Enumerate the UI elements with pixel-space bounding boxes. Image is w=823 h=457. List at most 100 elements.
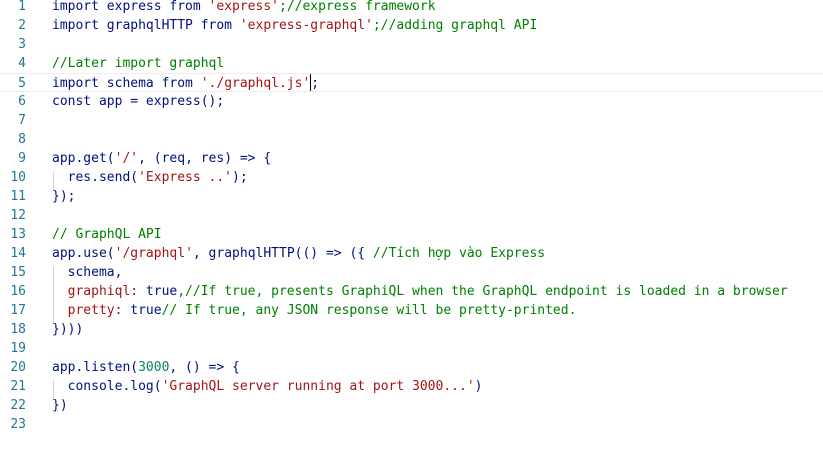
code-token: });: [52, 189, 76, 204]
code-token: 'Express ..': [138, 170, 233, 185]
code-token: // If true, any JSON response will be pr…: [161, 303, 577, 318]
line-number: 18: [10, 322, 26, 337]
code-token: , () => {: [169, 360, 240, 375]
line-number: 8: [18, 132, 26, 147]
code-text: app.get('/', (req, res) => {: [52, 149, 271, 168]
line-number: 9: [18, 151, 26, 166]
code-text: app.use('/graphql', graphqlHTTP(() => ({…: [52, 244, 545, 263]
code-token: '/graphql': [114, 246, 193, 261]
line-number: 19: [10, 341, 26, 356]
code-text: }): [52, 396, 68, 415]
code-token: 3000: [138, 360, 170, 375]
line-number: 23: [10, 417, 26, 432]
code-line[interactable]: 12: [0, 206, 823, 225]
code-token: app.get(: [52, 151, 115, 166]
line-number: 16: [10, 284, 26, 299]
code-editor[interactable]: 1 import express from 'express';//express…: [0, 0, 823, 457]
code-token: import express from: [52, 0, 209, 14]
code-line[interactable]: 8: [0, 130, 823, 149]
code-line[interactable]: 14 app.use('/graphql', graphqlHTTP(() => …: [0, 244, 823, 263]
code-line[interactable]: 9 app.get('/', (req, res) => {: [0, 149, 823, 168]
code-text: });: [52, 187, 75, 206]
code-text: }))): [52, 320, 83, 339]
line-number: 14: [10, 246, 26, 261]
code-text: res.send('Express ..');: [52, 168, 248, 187]
code-token: );: [232, 170, 248, 185]
code-token: ;//adding graphql API: [372, 18, 538, 33]
code-text: graphiql: true,//If true, presents Graph…: [52, 282, 788, 301]
code-text: // GraphQL API: [52, 225, 162, 244]
code-token: graphiql:: [52, 284, 146, 299]
code-line[interactable]: 11});: [0, 187, 823, 206]
line-number: 5: [18, 76, 26, 91]
line-number: 4: [18, 56, 26, 71]
code-token: true: [130, 303, 162, 318]
code-token: app.use(: [52, 246, 115, 261]
line-number: 20: [10, 360, 26, 375]
code-text: import schema from './graphql.js';: [52, 74, 319, 93]
code-line[interactable]: 16 graphiql: true,//If true, presents Gr…: [0, 282, 823, 301]
code-token: , graphqlHTTP(() => ({: [192, 246, 373, 261]
code-token: './graphql.js': [200, 76, 311, 91]
code-text: import graphqlHTTP from 'express-graphql…: [52, 16, 537, 35]
code-text: const app = express();: [52, 92, 224, 111]
line-number: 22: [10, 398, 26, 413]
code-line[interactable]: 18}))): [0, 320, 823, 339]
code-token: 'GraphQL server running at port 3000...': [161, 379, 475, 394]
line-number: 21: [10, 379, 26, 394]
code-line[interactable]: 2 import graphqlHTTP from 'express-graphq…: [0, 16, 823, 35]
line-number: 2: [18, 18, 26, 33]
code-token: const app = express();: [52, 94, 225, 109]
line-number: 11: [10, 189, 26, 204]
code-line[interactable]: 23: [0, 415, 823, 434]
code-line[interactable]: 4 //Later import graphql: [0, 54, 823, 73]
code-token: //Tích hợp vào Express: [372, 246, 546, 261]
code-line[interactable]: 13 // GraphQL API: [0, 225, 823, 244]
code-token: schema,: [52, 265, 123, 280]
line-number: 13: [10, 227, 26, 242]
line-number: 6: [18, 94, 26, 109]
code-token: app.listen(: [52, 360, 139, 375]
code-token: ,//If true, presents GraphiQL when the G…: [177, 284, 788, 299]
code-token: }): [52, 398, 68, 413]
code-line[interactable]: 15 schema,: [0, 263, 823, 282]
code-token: res.send(: [52, 170, 139, 185]
code-line[interactable]: 1 import express from 'express';//express…: [0, 0, 823, 16]
code-text: console.log('GraphQL server running at p…: [52, 377, 483, 396]
code-token: ;//express framework: [279, 0, 436, 14]
code-text: app.listen(3000, () => {: [52, 358, 240, 377]
code-token: ;: [311, 76, 320, 91]
code-line[interactable]: 21 console.log('GraphQL server running a…: [0, 377, 823, 396]
code-token: '/': [114, 151, 139, 166]
line-number: 10: [10, 170, 26, 185]
indent-guide: [53, 266, 54, 323]
line-number: 12: [10, 208, 26, 223]
line-number: 17: [10, 303, 26, 318]
code-token: true: [145, 284, 178, 299]
code-line[interactable]: 6 const app = express();: [0, 92, 823, 111]
code-line[interactable]: 3: [0, 35, 823, 54]
line-number: 1: [18, 0, 26, 14]
code-line[interactable]: 5 import schema from './graphql.js';: [0, 73, 823, 92]
code-line[interactable]: 7: [0, 111, 823, 130]
code-token: import schema from: [52, 76, 201, 91]
code-token: , (req, res) => {: [138, 151, 272, 166]
code-token: }))): [52, 322, 84, 337]
code-token: 'express-graphql': [239, 18, 373, 33]
code-line[interactable]: 17 pretty: true// If true, any JSON resp…: [0, 301, 823, 320]
code-token: //Later import graphql: [52, 56, 225, 71]
code-text: pretty: true// If true, any JSON respons…: [52, 301, 577, 320]
line-number: 3: [18, 37, 26, 52]
code-token: // GraphQL API: [52, 227, 162, 242]
line-number: 7: [18, 113, 26, 128]
code-token: import graphqlHTTP from: [52, 18, 240, 33]
code-text: import express from 'express';//express …: [52, 0, 436, 16]
code-line[interactable]: 22}): [0, 396, 823, 415]
code-line[interactable]: 10 res.send('Express ..');: [0, 168, 823, 187]
code-token: console.log(: [52, 379, 162, 394]
code-line[interactable]: 20 app.listen(3000, () => {: [0, 358, 823, 377]
line-number: 15: [10, 265, 26, 280]
code-token: pretty:: [52, 303, 131, 318]
code-line[interactable]: 19: [0, 339, 823, 358]
code-text: schema,: [52, 263, 123, 282]
